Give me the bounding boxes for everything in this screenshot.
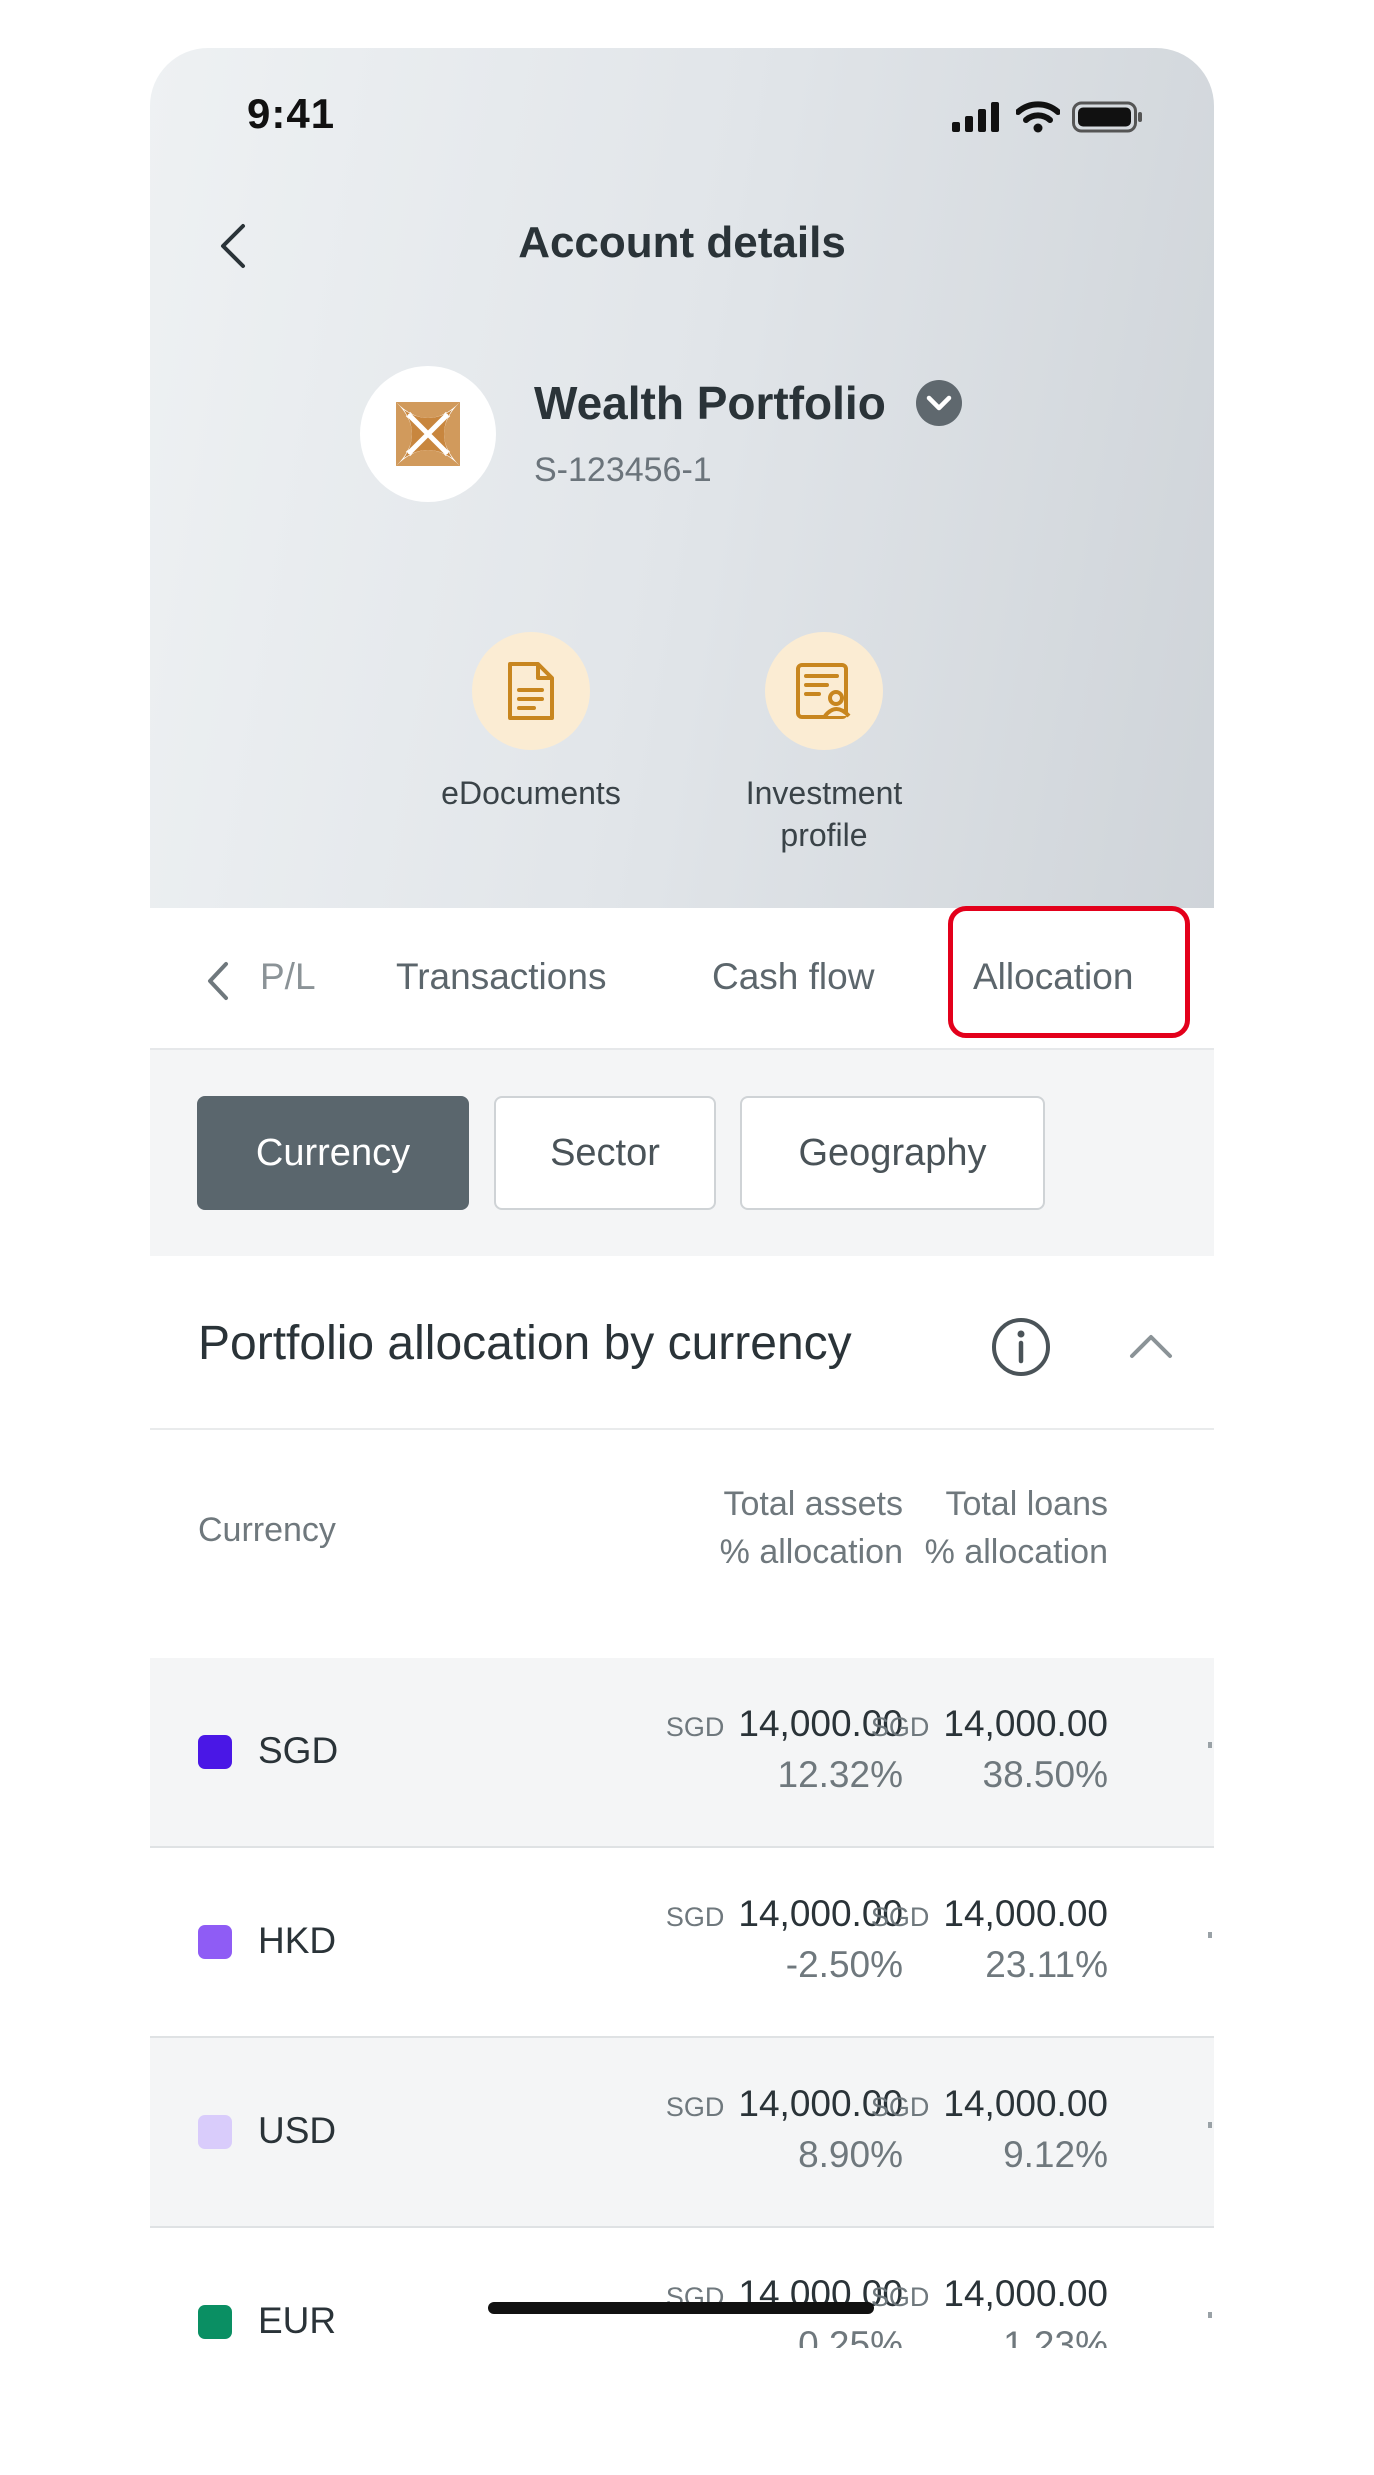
loans-amount: 14,000.00 [943, 2083, 1108, 2124]
chevron-down-circle-icon [915, 380, 962, 426]
total-loans-cell: SGD 14,000.00 1.23% [871, 2270, 1108, 2348]
overflow-hint [1208, 1742, 1212, 1748]
assets-currency-prefix: SGD [665, 2092, 725, 2122]
battery-icon [1072, 101, 1142, 133]
currency-color-swatch [198, 1925, 232, 1959]
tab-transactions[interactable]: Transactions [396, 956, 606, 998]
currency-code: USD [258, 2110, 337, 2151]
assets-currency-prefix: SGD [665, 1902, 725, 1932]
info-icon [992, 1318, 1050, 1376]
highlight-box [948, 906, 1190, 1038]
currency-code: SGD [258, 1730, 339, 1771]
account-header: 9:41 Account details Wealth Portfolio S-… [150, 48, 1214, 908]
column-total-assets: Total assets % allocation [720, 1480, 903, 1576]
assets-percent: -2.50% [785, 1944, 903, 1985]
overflow-hint [1208, 2122, 1212, 2128]
tab-cash-flow[interactable]: Cash flow [712, 956, 874, 998]
column-currency: Currency [198, 1511, 336, 1549]
allocation-card-title: Portfolio allocation by currency [198, 1317, 852, 1370]
total-loans-cell: SGD 14,000.00 23.11% [871, 1890, 1108, 1989]
total-loans-cell: SGD 14,000.00 38.50% [871, 1700, 1108, 1799]
investment-profile-label-line2: profile [780, 817, 868, 853]
assets-percent: 12.32% [777, 1754, 904, 1795]
column-total-assets-line1: Total assets [723, 1485, 903, 1523]
filter-geography-chip[interactable]: Geography [740, 1096, 1045, 1210]
column-total-loans-line2: % allocation [924, 1533, 1108, 1571]
investment-profile-label-line1: Investment [745, 775, 903, 811]
bank-logo-icon [396, 402, 460, 466]
tab-pl[interactable]: P/L [260, 956, 316, 998]
edocuments-shortcut[interactable]: eDocuments [416, 632, 646, 814]
currency-code: EUR [258, 2300, 337, 2341]
page-title: Account details [518, 218, 846, 267]
loans-amount: 14,000.00 [943, 1703, 1108, 1744]
bank-logo [360, 366, 496, 502]
loans-percent: 38.50% [982, 1754, 1109, 1795]
currency-color-swatch [198, 1735, 232, 1769]
investment-profile-shortcut[interactable]: Investment profile [709, 632, 939, 856]
table-row[interactable]: EUR SGD 14,000.00 0.25% SGD 14,000.00 1.23% [150, 2228, 1214, 2348]
document-icon [508, 662, 554, 720]
table-header: Currency Total assets % allocation Total… [150, 1480, 1214, 1580]
allocation-card: Portfolio allocation by currency Currenc… [150, 1260, 1214, 2348]
column-total-loans: Total loans % allocation [925, 1480, 1108, 1576]
column-total-loans-line1: Total loans [945, 1485, 1108, 1523]
account-name: Wealth Portfolio [534, 377, 886, 429]
table-row[interactable]: HKD SGD 14,000.00 -2.50% SGD 14,000.00 23.11% [150, 1848, 1214, 2038]
column-total-assets-line2: % allocation [719, 1533, 903, 1571]
filter-sector-chip[interactable]: Sector [494, 1096, 716, 1210]
total-assets-cell: SGD 14,000.00 12.32% [666, 1700, 903, 1799]
loans-percent: 23.11% [985, 1944, 1108, 1985]
loans-amount: 14,000.00 [943, 1893, 1108, 1934]
info-button[interactable] [990, 1316, 1052, 1383]
chevron-up-icon [1130, 1335, 1172, 1358]
account-number: S-123456-1 [534, 451, 712, 489]
table-row[interactable]: SGD SGD 14,000.00 12.32% SGD 14,000.00 38.50% [150, 1658, 1214, 1848]
chevron-left-icon [208, 962, 228, 1000]
overflow-hint [1208, 1932, 1212, 1938]
account-selector[interactable]: Wealth Portfolio [534, 376, 964, 430]
currency-color-swatch [198, 2305, 232, 2339]
signal-icon [952, 102, 999, 132]
loans-amount: 14,000.00 [943, 2273, 1108, 2314]
phone-screen: 9:41 Account details Wealth Portfolio S-… [150, 48, 1214, 2348]
profile-document-icon [796, 663, 851, 719]
loans-percent: 1.23% [1003, 2324, 1108, 2348]
investment-profile-icon-bubble [765, 632, 883, 750]
edocuments-icon-bubble [472, 632, 590, 750]
total-assets-cell: SGD 14,000.00 -2.50% [666, 1890, 903, 1989]
assets-percent: 8.90% [798, 2134, 903, 2175]
tab-scroll-left-button[interactable] [198, 956, 238, 1011]
loans-percent: 9.12% [1003, 2134, 1108, 2175]
allocation-filter-bar: Currency Sector Geography [150, 1050, 1214, 1256]
currency-color-swatch [198, 2115, 232, 2149]
filter-currency-chip[interactable]: Currency [197, 1096, 469, 1210]
total-loans-cell: SGD 14,000.00 9.12% [871, 2080, 1108, 2179]
loans-currency-prefix: SGD [870, 2282, 930, 2312]
assets-percent: 0.25% [798, 2324, 903, 2348]
assets-currency-prefix: SGD [665, 1712, 725, 1742]
investment-profile-label: Investment profile [746, 772, 903, 856]
overflow-hint [1208, 2312, 1212, 2318]
home-indicator[interactable] [488, 2302, 874, 2314]
status-icons [952, 101, 1144, 133]
table-row[interactable]: USD SGD 14,000.00 8.90% SGD 14,000.00 9.12% [150, 2038, 1214, 2228]
wifi-icon [1016, 101, 1060, 133]
total-assets-cell: SGD 14,000.00 8.90% [666, 2080, 903, 2179]
loans-currency-prefix: SGD [870, 1902, 930, 1932]
currency-code: HKD [258, 1920, 337, 1961]
edocuments-label: eDocuments [441, 775, 621, 811]
loans-currency-prefix: SGD [870, 2092, 930, 2122]
collapse-button[interactable] [1128, 1326, 1174, 1371]
allocation-card-header[interactable]: Portfolio allocation by currency [150, 1260, 1214, 1430]
status-time: 9:41 [247, 90, 336, 137]
loans-currency-prefix: SGD [870, 1712, 930, 1742]
